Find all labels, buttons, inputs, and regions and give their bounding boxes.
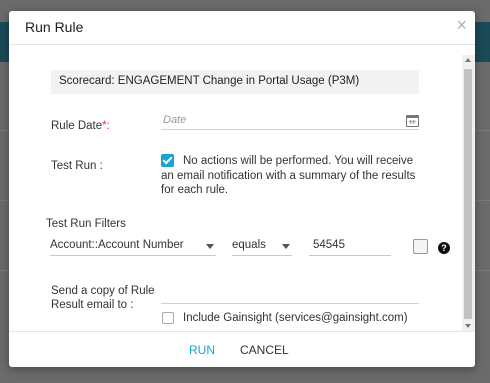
help-icon[interactable]: ? <box>438 242 450 254</box>
date-placeholder: Date <box>163 114 187 126</box>
modal-header: Run Rule × <box>9 11 475 45</box>
run-rule-modal: Run Rule × Scorecard: ENGAGEMENT Change … <box>9 11 475 367</box>
calendar-icon[interactable] <box>406 115 419 127</box>
rule-date-label: Rule Date*: <box>51 120 110 132</box>
scorecard-banner: Scorecard: ENGAGEMENT Change in Portal U… <box>51 70 419 94</box>
scroll-thumb[interactable] <box>464 69 472 319</box>
filter-option-checkbox[interactable] <box>413 239 428 254</box>
rule-date-label-text: Rule Date <box>51 120 103 132</box>
required-marker: *: <box>102 120 110 132</box>
filter-field-value: Account::Account Number <box>50 239 184 251</box>
scroll-down-arrow-icon[interactable] <box>465 324 471 328</box>
filter-operator-select[interactable]: equals <box>232 236 292 256</box>
test-run-filters-heading: Test Run Filters <box>46 218 126 230</box>
cancel-button[interactable]: CANCEL <box>240 343 289 357</box>
rule-date-input[interactable]: Date <box>161 110 419 130</box>
run-button[interactable]: RUN <box>189 343 215 357</box>
include-gainsight-label: Include Gainsight (services@gainsight.co… <box>183 312 408 324</box>
scroll-up-arrow-icon[interactable] <box>465 58 471 62</box>
filter-operator-value: equals <box>232 239 266 251</box>
test-run-description: No actions will be performed. You will r… <box>161 155 416 196</box>
modal-title: Run Rule <box>25 19 84 35</box>
filter-value-input[interactable]: 54545 <box>309 236 391 256</box>
filter-field-select[interactable]: Account::Account Number <box>50 236 216 256</box>
chevron-down-icon <box>282 244 290 249</box>
send-copy-label-line1: Send a copy of Rule <box>51 285 155 297</box>
chevron-down-icon <box>206 244 214 249</box>
email-recipients-input[interactable] <box>161 286 419 304</box>
test-run-label: Test Run : <box>51 160 103 172</box>
modal-footer: RUN CANCEL <box>9 331 475 367</box>
close-icon[interactable]: × <box>456 16 467 34</box>
include-gainsight-checkbox[interactable] <box>162 312 174 324</box>
send-copy-label-line2: Result email to : <box>51 299 134 311</box>
modal-body: Scorecard: ENGAGEMENT Change in Portal U… <box>9 46 461 331</box>
modal-scrollbar[interactable] <box>462 55 475 331</box>
